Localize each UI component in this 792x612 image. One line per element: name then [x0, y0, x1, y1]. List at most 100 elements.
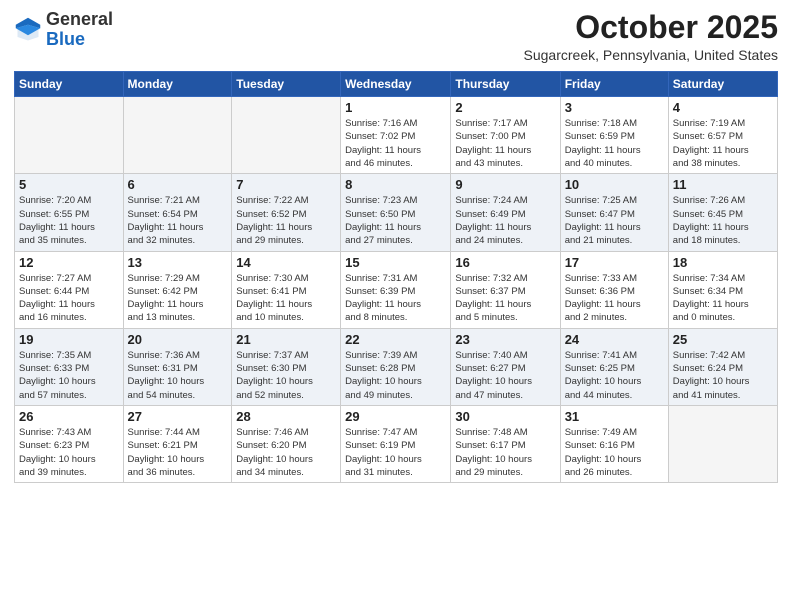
logo-text: General Blue	[46, 10, 113, 50]
day-number: 29	[345, 409, 446, 424]
calendar-week-row: 1 Sunrise: 7:16 AM Sunset: 7:02 PM Daylig…	[15, 97, 778, 174]
calendar-cell: 19 Sunrise: 7:35 AM Sunset: 6:33 PM Dayli…	[15, 328, 124, 405]
col-thursday: Thursday	[451, 72, 560, 97]
day-number: 12	[19, 255, 119, 270]
calendar-cell: 22Sunrise: 7:39 AM Sunset: 6:28 PM Dayli…	[341, 328, 451, 405]
day-number: 25	[673, 332, 773, 347]
calendar-cell: 28 Sunrise: 7:46 AM Sunset: 6:20 PM Dayli…	[232, 405, 341, 482]
title-block: October 2025 Sugarcreek, Pennsylvania, U…	[524, 10, 778, 63]
day-number: 27	[128, 409, 228, 424]
calendar-cell: 4 Sunrise: 7:19 AM Sunset: 6:57 PM Daylig…	[668, 97, 777, 174]
day-number: 11	[673, 177, 773, 192]
calendar-cell	[232, 97, 341, 174]
day-info: Sunrise: 7:25 AM Sunset: 6:47 PM Dayligh…	[565, 194, 664, 247]
day-number: 26	[19, 409, 119, 424]
day-number: 3	[565, 100, 664, 115]
calendar-week-row: 12 Sunrise: 7:27 AM Sunset: 6:44 PM Dayli…	[15, 251, 778, 328]
col-wednesday: Wednesday	[341, 72, 451, 97]
calendar-cell: 29 Sunrise: 7:47 AM Sunset: 6:19 PM Dayli…	[341, 405, 451, 482]
location: Sugarcreek, Pennsylvania, United States	[524, 47, 778, 63]
day-info: Sunrise: 7:21 AM Sunset: 6:54 PM Dayligh…	[128, 194, 228, 247]
day-info: Sunrise: 7:40 AM Sunset: 6:27 PM Dayligh…	[455, 349, 555, 402]
day-number: 17	[565, 255, 664, 270]
calendar-cell: 5Sunrise: 7:20 AM Sunset: 6:55 PM Daylig…	[15, 174, 124, 251]
day-info: Sunrise: 7:32 AM Sunset: 6:37 PM Dayligh…	[455, 272, 555, 325]
day-number: 23	[455, 332, 555, 347]
calendar-cell: 30 Sunrise: 7:48 AM Sunset: 6:17 PM Dayli…	[451, 405, 560, 482]
calendar-cell: 18 Sunrise: 7:34 AM Sunset: 6:34 PM Dayli…	[668, 251, 777, 328]
day-number: 28	[236, 409, 336, 424]
calendar-week-row: 26 Sunrise: 7:43 AM Sunset: 6:23 PM Dayli…	[15, 405, 778, 482]
day-info: Sunrise: 7:26 AM Sunset: 6:45 PM Dayligh…	[673, 194, 773, 247]
day-number: 9	[455, 177, 555, 192]
day-info: Sunrise: 7:24 AM Sunset: 6:49 PM Dayligh…	[455, 194, 555, 247]
calendar-cell: 20 Sunrise: 7:36 AM Sunset: 6:31 PM Dayli…	[123, 328, 232, 405]
day-info: Sunrise: 7:16 AM Sunset: 7:02 PM Dayligh…	[345, 117, 446, 170]
day-number: 18	[673, 255, 773, 270]
col-sunday: Sunday	[15, 72, 124, 97]
day-info: Sunrise: 7:22 AM Sunset: 6:52 PM Dayligh…	[236, 194, 336, 247]
calendar-cell: 31 Sunrise: 7:49 AM Sunset: 6:16 PM Dayli…	[560, 405, 668, 482]
day-number: 1	[345, 100, 446, 115]
day-info: Sunrise: 7:30 AM Sunset: 6:41 PM Dayligh…	[236, 272, 336, 325]
day-number: 19	[19, 332, 119, 347]
calendar-cell: 21 Sunrise: 7:37 AM Sunset: 6:30 PM Dayli…	[232, 328, 341, 405]
logo-icon	[14, 16, 42, 44]
day-info: Sunrise: 7:46 AM Sunset: 6:20 PM Dayligh…	[236, 426, 336, 479]
day-info: Sunrise: 7:34 AM Sunset: 6:34 PM Dayligh…	[673, 272, 773, 325]
calendar-cell: 25 Sunrise: 7:42 AM Sunset: 6:24 PM Dayli…	[668, 328, 777, 405]
day-info: Sunrise: 7:33 AM Sunset: 6:36 PM Dayligh…	[565, 272, 664, 325]
day-number: 21	[236, 332, 336, 347]
day-info: Sunrise: 7:27 AM Sunset: 6:44 PM Dayligh…	[19, 272, 119, 325]
day-number: 7	[236, 177, 336, 192]
calendar-cell: 8Sunrise: 7:23 AM Sunset: 6:50 PM Daylig…	[341, 174, 451, 251]
calendar-cell: 10Sunrise: 7:25 AM Sunset: 6:47 PM Dayli…	[560, 174, 668, 251]
day-number: 5	[19, 177, 119, 192]
day-info: Sunrise: 7:47 AM Sunset: 6:19 PM Dayligh…	[345, 426, 446, 479]
calendar-cell: 12 Sunrise: 7:27 AM Sunset: 6:44 PM Dayli…	[15, 251, 124, 328]
logo: General Blue	[14, 10, 113, 50]
day-info: Sunrise: 7:37 AM Sunset: 6:30 PM Dayligh…	[236, 349, 336, 402]
calendar-week-row: 19 Sunrise: 7:35 AM Sunset: 6:33 PM Dayli…	[15, 328, 778, 405]
day-info: Sunrise: 7:36 AM Sunset: 6:31 PM Dayligh…	[128, 349, 228, 402]
day-info: Sunrise: 7:18 AM Sunset: 6:59 PM Dayligh…	[565, 117, 664, 170]
day-number: 30	[455, 409, 555, 424]
day-number: 20	[128, 332, 228, 347]
day-info: Sunrise: 7:31 AM Sunset: 6:39 PM Dayligh…	[345, 272, 446, 325]
calendar-cell: 27Sunrise: 7:44 AM Sunset: 6:21 PM Dayli…	[123, 405, 232, 482]
calendar-cell: 17 Sunrise: 7:33 AM Sunset: 6:36 PM Dayli…	[560, 251, 668, 328]
calendar-cell: 11 Sunrise: 7:26 AM Sunset: 6:45 PM Dayli…	[668, 174, 777, 251]
day-info: Sunrise: 7:29 AM Sunset: 6:42 PM Dayligh…	[128, 272, 228, 325]
day-info: Sunrise: 7:41 AM Sunset: 6:25 PM Dayligh…	[565, 349, 664, 402]
day-number: 31	[565, 409, 664, 424]
day-info: Sunrise: 7:19 AM Sunset: 6:57 PM Dayligh…	[673, 117, 773, 170]
page: General Blue October 2025 Sugarcreek, Pe…	[0, 0, 792, 612]
calendar-table: Sunday Monday Tuesday Wednesday Thursday…	[14, 71, 778, 483]
day-info: Sunrise: 7:35 AM Sunset: 6:33 PM Dayligh…	[19, 349, 119, 402]
day-number: 14	[236, 255, 336, 270]
day-number: 13	[128, 255, 228, 270]
day-info: Sunrise: 7:49 AM Sunset: 6:16 PM Dayligh…	[565, 426, 664, 479]
day-info: Sunrise: 7:42 AM Sunset: 6:24 PM Dayligh…	[673, 349, 773, 402]
calendar-cell	[668, 405, 777, 482]
day-info: Sunrise: 7:48 AM Sunset: 6:17 PM Dayligh…	[455, 426, 555, 479]
col-saturday: Saturday	[668, 72, 777, 97]
calendar-cell	[123, 97, 232, 174]
day-number: 2	[455, 100, 555, 115]
header: General Blue October 2025 Sugarcreek, Pe…	[14, 10, 778, 63]
day-info: Sunrise: 7:17 AM Sunset: 7:00 PM Dayligh…	[455, 117, 555, 170]
calendar-cell	[15, 97, 124, 174]
col-friday: Friday	[560, 72, 668, 97]
calendar-cell: 26 Sunrise: 7:43 AM Sunset: 6:23 PM Dayli…	[15, 405, 124, 482]
day-info: Sunrise: 7:43 AM Sunset: 6:23 PM Dayligh…	[19, 426, 119, 479]
day-number: 4	[673, 100, 773, 115]
calendar-cell: 15Sunrise: 7:31 AM Sunset: 6:39 PM Dayli…	[341, 251, 451, 328]
calendar-header-row: Sunday Monday Tuesday Wednesday Thursday…	[15, 72, 778, 97]
col-monday: Monday	[123, 72, 232, 97]
calendar-cell: 6Sunrise: 7:21 AM Sunset: 6:54 PM Daylig…	[123, 174, 232, 251]
calendar-cell: 13 Sunrise: 7:29 AM Sunset: 6:42 PM Dayli…	[123, 251, 232, 328]
calendar-cell: 9 Sunrise: 7:24 AM Sunset: 6:49 PM Daylig…	[451, 174, 560, 251]
col-tuesday: Tuesday	[232, 72, 341, 97]
month-title: October 2025	[524, 10, 778, 45]
calendar-cell: 16Sunrise: 7:32 AM Sunset: 6:37 PM Dayli…	[451, 251, 560, 328]
